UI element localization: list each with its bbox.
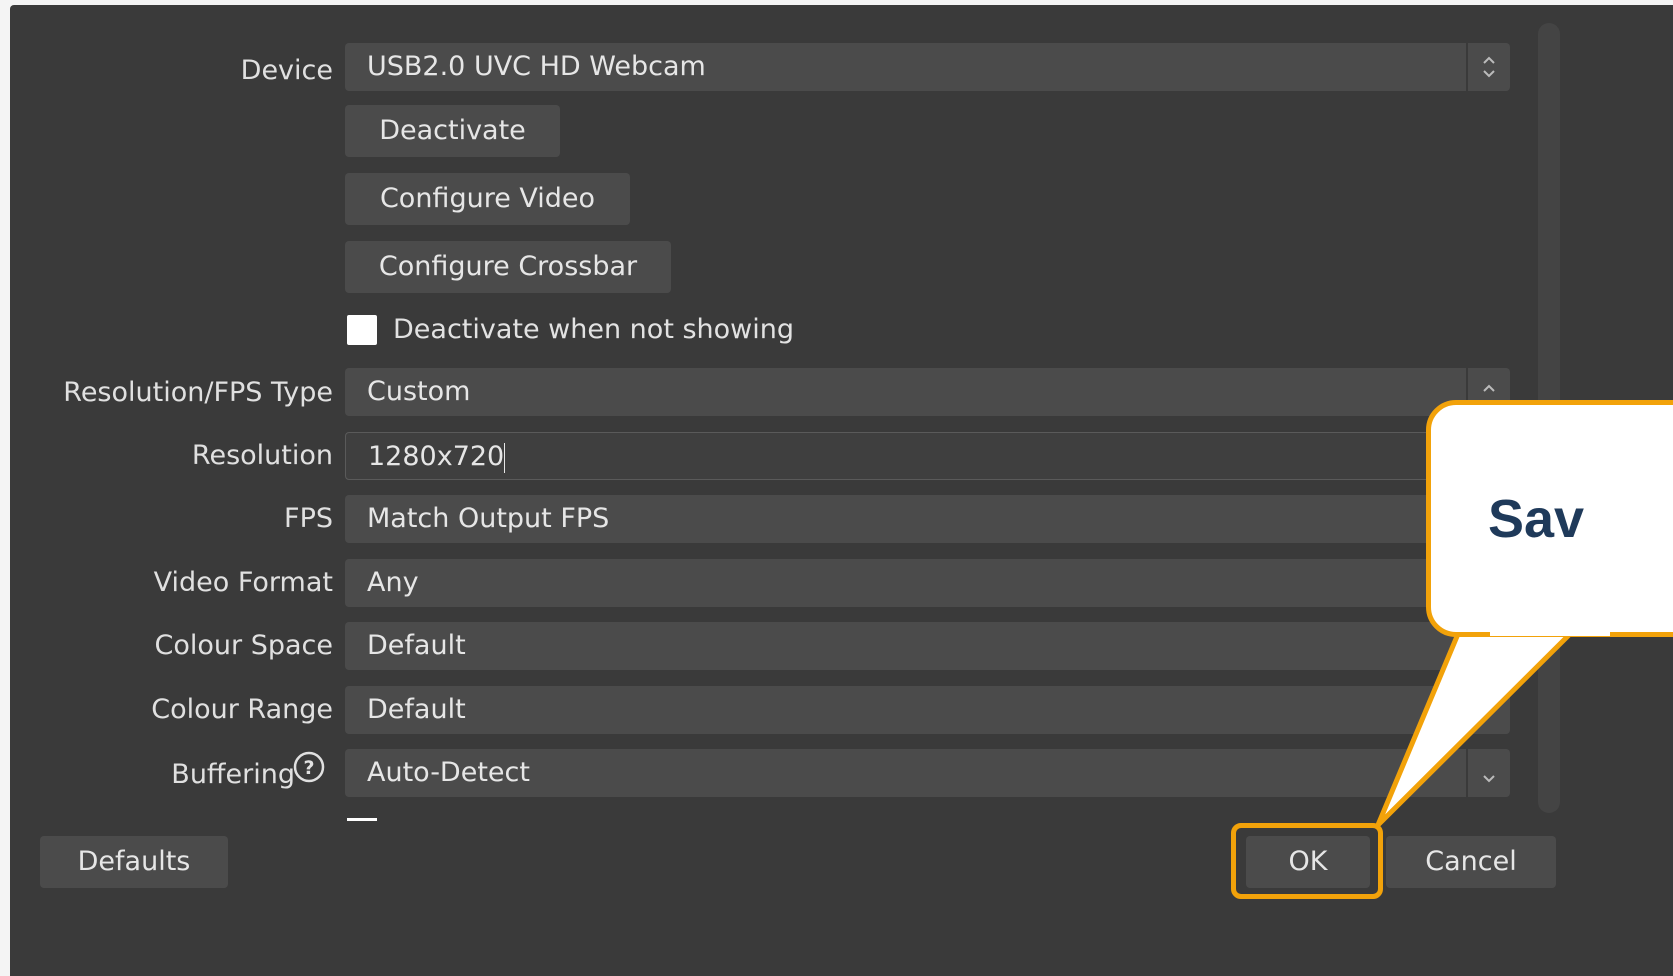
colour-space-label: Colour Space <box>154 630 333 661</box>
buffering-select[interactable]: Auto-Detect <box>345 749 1510 797</box>
deactivate-button[interactable]: Deactivate <box>345 105 560 157</box>
buffering-value: Auto-Detect <box>367 757 530 788</box>
deactivate-when-not-showing-checkbox[interactable] <box>347 315 377 345</box>
resolution-fps-type-select[interactable]: Custom <box>345 368 1510 416</box>
cancel-button[interactable]: Cancel <box>1386 836 1556 888</box>
deactivate-when-not-showing-label: Deactivate when not showing <box>393 314 795 345</box>
device-select-arrows[interactable] <box>1466 43 1510 91</box>
colour-range-label: Colour Range <box>151 694 333 725</box>
configure-crossbar-button[interactable]: Configure Crossbar <box>345 241 671 293</box>
colour-range-value: Default <box>367 694 466 725</box>
video-format-value: Any <box>367 567 419 598</box>
callout-text: Sav <box>1488 489 1585 549</box>
device-select[interactable]: USB2.0 UVC HD Webcam <box>345 43 1510 91</box>
callout-seam-cover <box>1490 616 1610 636</box>
resolution-input[interactable]: 1280x720 <box>345 432 1510 480</box>
resolution-value: 1280x720 <box>368 441 505 472</box>
configure-video-button[interactable]: Configure Video <box>345 173 630 225</box>
buffering-label: Buffering <box>171 759 295 790</box>
device-value: USB2.0 UVC HD Webcam <box>367 51 706 82</box>
fps-value: Match Output FPS <box>367 503 610 534</box>
video-format-select[interactable]: Any <box>345 559 1510 607</box>
defaults-button[interactable]: Defaults <box>40 836 228 888</box>
video-format-label: Video Format <box>153 567 333 598</box>
fps-select[interactable]: Match Output FPS <box>345 495 1510 543</box>
callout-pointer <box>1375 631 1573 828</box>
colour-range-select[interactable]: Default <box>345 686 1510 734</box>
fps-label: FPS <box>284 503 333 534</box>
ok-button-highlight <box>1231 823 1383 899</box>
colour-space-select[interactable]: Default <box>345 622 1510 670</box>
resolution-fps-type-value: Custom <box>367 376 471 407</box>
svg-text:?: ? <box>303 757 314 779</box>
colour-space-value: Default <box>367 630 466 661</box>
resolution-fps-type-label: Resolution/FPS Type <box>63 377 333 408</box>
next-checkbox-partial[interactable] <box>347 818 377 821</box>
updown-chevron-icon <box>1483 56 1495 78</box>
resolution-label: Resolution <box>191 440 333 471</box>
text-cursor <box>504 442 506 473</box>
device-label: Device <box>240 55 333 86</box>
question-circle-icon[interactable]: ? <box>292 750 326 784</box>
